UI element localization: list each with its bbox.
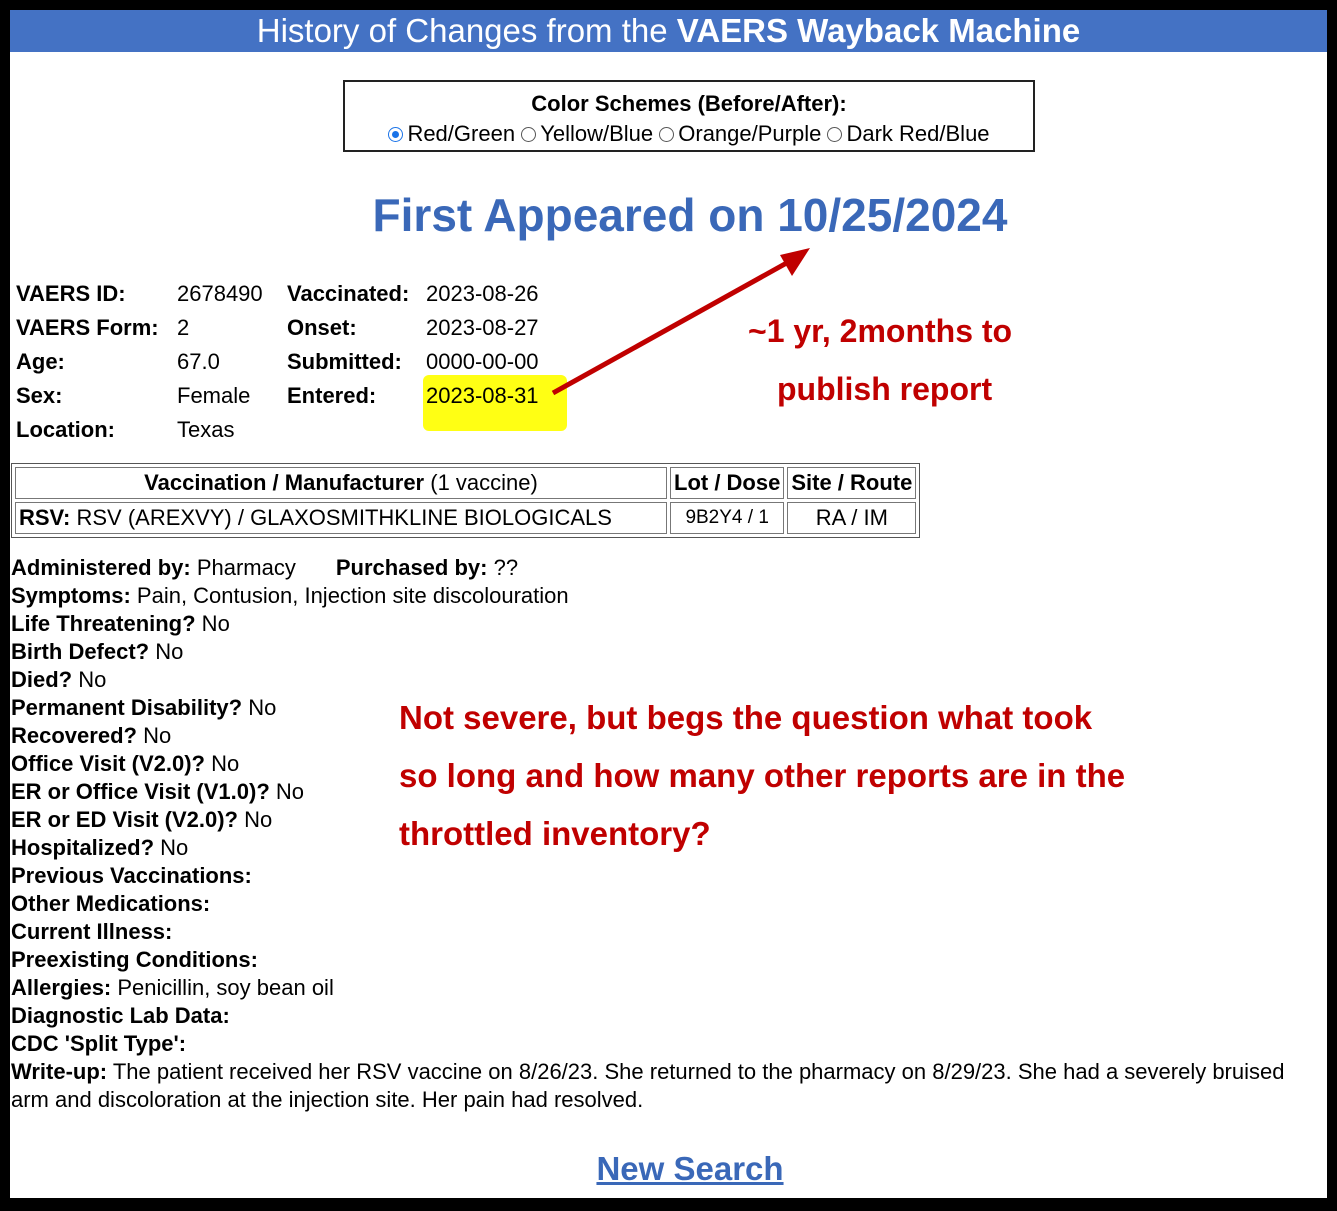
color-schemes-title: Color Schemes (Before/After): <box>531 91 847 116</box>
header-prefix: History of Changes from the <box>256 12 677 49</box>
color-schemes-box: Color Schemes (Before/After): Red/Green … <box>343 80 1035 152</box>
preexisting-conditions-row: Preexisting Conditions: <box>11 947 258 972</box>
vaccine-table: Vaccination / Manufacturer (1 vaccine) L… <box>11 463 921 538</box>
scheme-option-yellow-blue[interactable]: Yellow/Blue <box>521 121 653 146</box>
life-threatening-row: Life Threatening? No <box>11 611 230 636</box>
age-label: Age: <box>16 349 65 374</box>
radio-icon[interactable] <box>521 127 537 142</box>
onset-value: 2023-08-27 <box>426 315 539 340</box>
header-brand: VAERS Wayback Machine <box>676 12 1081 49</box>
radio-icon[interactable] <box>827 127 843 142</box>
delay-annotation-line2: publish report <box>777 371 993 407</box>
entered-label: Entered: <box>287 383 377 408</box>
note-annotation-line1: Not severe, but begs the question what t… <box>399 699 1093 736</box>
scheme-option-orange-purple[interactable]: Orange/Purple <box>659 121 821 146</box>
vaers-id-value: 2678490 <box>177 281 263 306</box>
birth-defect-row: Birth Defect? No <box>11 639 184 664</box>
vaccine-name-cell: RSV: RSV (AREXVY) / GLAXOSMITHKLINE BIOL… <box>15 502 667 534</box>
first-appeared-heading: First Appeared on 10/25/2024 <box>372 189 1008 241</box>
arrow-head-icon <box>780 248 810 276</box>
sex-value: Female <box>177 383 251 408</box>
vaccinated-label: Vaccinated: <box>287 281 410 306</box>
radio-icon[interactable] <box>659 127 675 142</box>
diagnostic-lab-row: Diagnostic Lab Data: <box>11 1003 230 1028</box>
entered-value: 2023-08-31 <box>426 383 539 408</box>
previous-vaccinations-row: Previous Vaccinations: <box>11 863 252 888</box>
allergies-row: Allergies: Penicillin, soy bean oil <box>11 975 334 1000</box>
scheme-option-red-green[interactable]: Red/Green <box>388 121 515 146</box>
submitted-value: 0000-00-00 <box>426 349 539 374</box>
site-route-cell: RA / IM <box>787 502 917 534</box>
location-value: Texas <box>177 417 235 442</box>
other-medications-row: Other Medications: <box>11 891 211 916</box>
lot-dose-cell: 9B2Y4 / 1 <box>670 502 785 534</box>
submitted-label: Submitted: <box>287 349 402 374</box>
symptoms-row: Symptoms: Pain, Contusion, Injection sit… <box>11 583 569 608</box>
location-label: Location: <box>16 417 115 442</box>
record-labels-right: Vaccinated: Onset: Submitted: Entered: <box>287 277 409 413</box>
writeup-row: Write-up: The patient received her RSV v… <box>11 1059 1285 1112</box>
page: History of Changes from the VAERS Waybac… <box>10 10 1327 1198</box>
record-values-left: 2678490 2 67.0 Female Texas <box>177 277 263 447</box>
table-row: RSV: RSV (AREXVY) / GLAXOSMITHKLINE BIOL… <box>15 502 917 534</box>
scheme-option-dark-red-blue[interactable]: Dark Red/Blue <box>827 121 990 146</box>
vaers-id-label: VAERS ID: <box>16 281 126 306</box>
note-annotation-line3: throttled inventory? <box>399 815 711 852</box>
vaccinated-value: 2023-08-26 <box>426 281 539 306</box>
record-values-right: 2023-08-26 2023-08-27 0000-00-00 2023-08… <box>426 277 539 413</box>
age-value: 67.0 <box>177 349 220 374</box>
vaers-form-value: 2 <box>177 315 190 340</box>
current-illness-row: Current Illness: <box>11 919 173 944</box>
onset-label: Onset: <box>287 315 357 340</box>
page-header: History of Changes from the VAERS Waybac… <box>10 10 1327 52</box>
sex-label: Sex: <box>16 383 63 408</box>
vaccine-table-header: Vaccination / Manufacturer (1 vaccine) L… <box>15 467 917 499</box>
note-annotation-line2: so long and how many other reports are i… <box>399 757 1126 794</box>
radio-selected-icon[interactable] <box>388 127 404 142</box>
col-lot-dose: Lot / Dose <box>670 467 785 499</box>
col-vaccination-manufacturer: Vaccination / Manufacturer (1 vaccine) <box>15 467 667 499</box>
vaers-form-label: VAERS Form: <box>16 315 159 340</box>
administered-purchased-row: Administered by: Pharmacy Purchased by: ?… <box>11 555 519 580</box>
col-site-route: Site / Route <box>787 467 917 499</box>
delay-annotation-line1: ~1 yr, 2months to <box>748 313 1013 349</box>
new-search-link[interactable]: New Search <box>10 1150 1327 1188</box>
split-type-row: CDC 'Split Type': <box>11 1031 187 1056</box>
record-labels-left: VAERS ID: VAERS Form: Age: Sex: Location… <box>16 277 159 447</box>
